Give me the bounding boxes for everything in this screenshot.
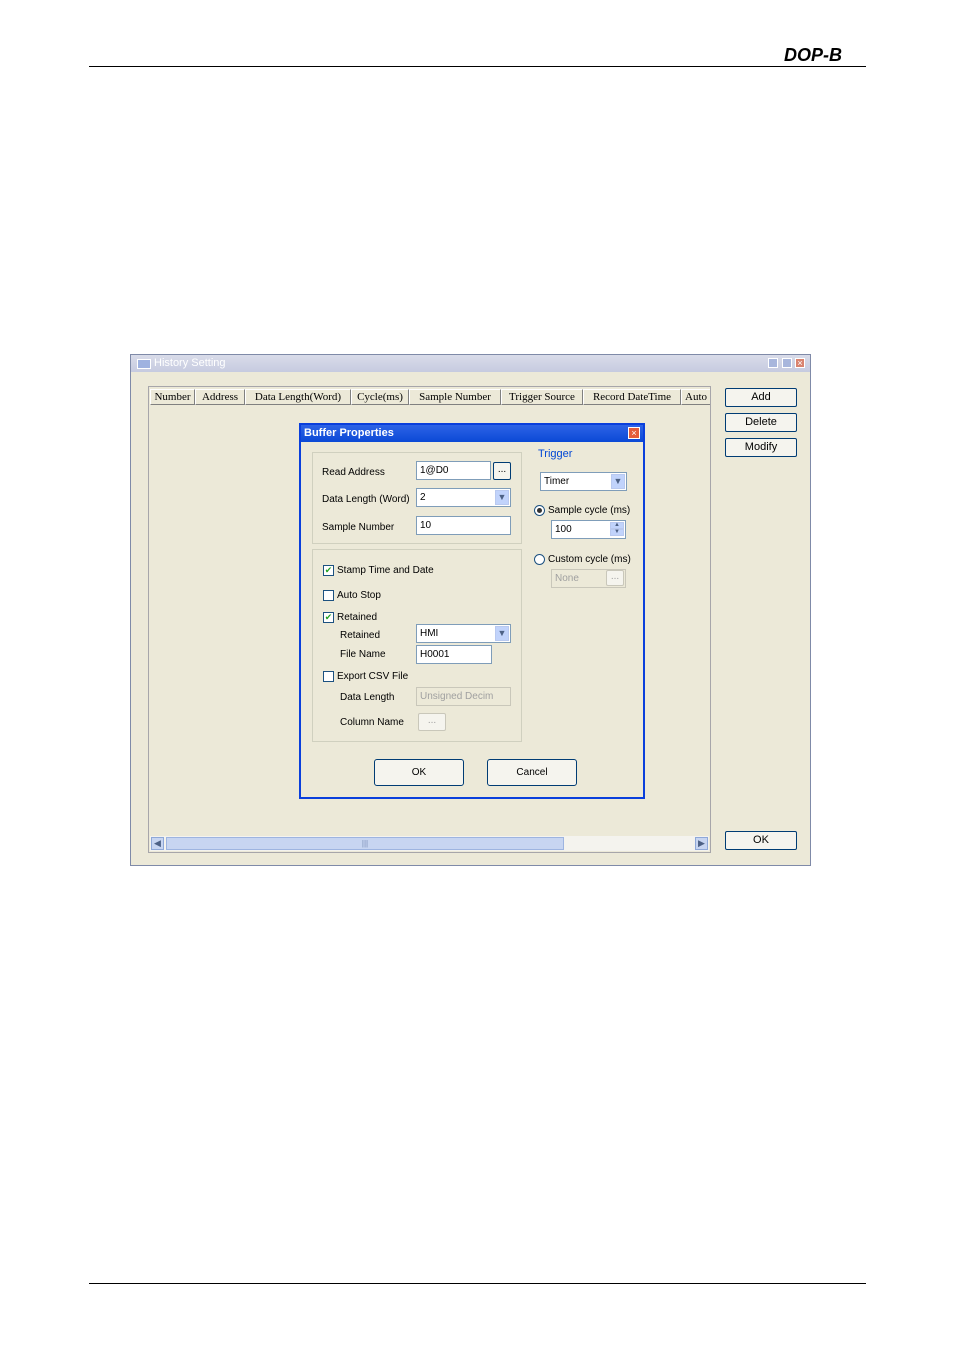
retained-checkbox[interactable]: ✔ — [323, 612, 334, 623]
column-header[interactable]: Number — [150, 389, 195, 405]
chevron-down-icon[interactable]: ▼ — [611, 474, 625, 489]
column-header[interactable]: Record DateTime — [583, 389, 681, 405]
svg-text:DOP-B: DOP-B — [784, 45, 842, 64]
column-name-button[interactable]: ... — [418, 713, 446, 731]
header-rule — [89, 66, 866, 67]
data-length-label: Data Length (Word) — [322, 494, 410, 505]
chevron-down-icon[interactable]: ▼ — [495, 490, 509, 505]
close-icon[interactable]: × — [795, 358, 805, 368]
sample-number-label: Sample Number — [322, 522, 395, 533]
maximize-icon[interactable] — [782, 358, 792, 368]
chevron-down-icon[interactable]: ▼ — [495, 626, 509, 641]
column-header[interactable]: Sample Number — [409, 389, 501, 405]
spin-down-icon[interactable]: ▼ — [610, 529, 624, 536]
custom-cycle-label: Custom cycle (ms) — [548, 554, 631, 565]
footer-rule — [89, 1283, 866, 1284]
column-header[interactable]: Trigger Source — [501, 389, 583, 405]
sample-cycle-spinner[interactable]: ▲ ▼ — [610, 522, 624, 537]
dialog-cancel-button[interactable]: Cancel — [487, 759, 577, 786]
file-name-label: File Name — [340, 649, 386, 660]
stamp-time-checkbox[interactable]: ✔ — [323, 565, 334, 576]
csv-data-length-select[interactable]: Unsigned Decim — [416, 687, 511, 706]
add-button[interactable]: Add — [725, 388, 797, 407]
scroll-right-icon[interactable]: ▶ — [695, 837, 708, 850]
auto-stop-checkbox[interactable] — [323, 590, 334, 601]
custom-cycle-browse-button[interactable]: ... — [606, 570, 624, 586]
dialog-titlebar[interactable]: Buffer Properties × — [301, 425, 643, 442]
custom-cycle-radio[interactable] — [534, 554, 545, 565]
read-address-input[interactable]: 1@D0 — [416, 461, 491, 480]
scroll-left-icon[interactable]: ◀ — [151, 837, 164, 850]
sample-number-input[interactable]: 10 — [416, 516, 511, 535]
horizontal-scrollbar[interactable]: ◀ ||| ▶ — [150, 836, 709, 851]
column-header[interactable]: Auto — [681, 389, 710, 405]
dialog-ok-button[interactable]: OK — [374, 759, 464, 786]
sample-cycle-value: 100 — [555, 524, 572, 535]
retained-label: Retained — [337, 612, 378, 623]
stamp-time-label: Stamp Time and Date — [337, 565, 434, 576]
spin-up-icon[interactable]: ▲ — [610, 522, 624, 529]
data-length-value: 2 — [420, 492, 426, 503]
export-csv-label: Export CSV File — [337, 671, 409, 682]
dialog-title: Buffer Properties — [304, 427, 394, 439]
buffer-properties-dialog: Buffer Properties × Read Address 1@D0 ..… — [299, 423, 645, 799]
read-address-browse-button[interactable]: ... — [493, 462, 511, 480]
custom-cycle-input[interactable]: None ... — [551, 569, 626, 588]
auto-stop-label: Auto Stop — [337, 590, 381, 601]
column-header[interactable]: Address — [195, 389, 245, 405]
sample-cycle-input[interactable]: 100 ▲ ▼ — [551, 520, 626, 539]
csv-data-length-label: Data Length — [340, 692, 395, 703]
sample-cycle-radio[interactable] — [534, 505, 545, 516]
sample-cycle-label: Sample cycle (ms) — [548, 505, 631, 516]
file-name-input[interactable]: H0001 — [416, 645, 492, 664]
trigger-value: Timer — [544, 476, 570, 487]
minimize-icon[interactable] — [768, 358, 778, 368]
retained-location-select[interactable]: HMI ▼ — [416, 624, 511, 643]
column-name-label: Column Name — [340, 717, 404, 728]
custom-cycle-value: None — [555, 573, 579, 584]
data-length-select[interactable]: 2 ▼ — [416, 488, 511, 507]
read-address-label: Read Address — [322, 467, 385, 478]
trigger-label: Trigger — [538, 448, 573, 460]
close-icon[interactable]: × — [628, 427, 640, 439]
scrollbar-thumb[interactable]: ||| — [166, 837, 564, 850]
column-header[interactable]: Cycle(ms) — [351, 389, 409, 405]
column-header[interactable]: Data Length(Word) — [245, 389, 351, 405]
retained-location-value: HMI — [420, 628, 439, 639]
window-icon — [137, 359, 151, 369]
modify-button[interactable]: Modify — [725, 438, 797, 457]
window-titlebar[interactable]: History Setting × — [131, 355, 810, 372]
export-csv-checkbox[interactable] — [323, 671, 334, 682]
delete-button[interactable]: Delete — [725, 413, 797, 432]
trigger-select[interactable]: Timer ▼ — [540, 472, 627, 491]
ok-button[interactable]: OK — [725, 831, 797, 850]
dop-b-logo: DOP-B — [784, 44, 866, 65]
retained-location-label: Retained — [340, 630, 381, 641]
window-title: History Setting — [154, 357, 226, 369]
